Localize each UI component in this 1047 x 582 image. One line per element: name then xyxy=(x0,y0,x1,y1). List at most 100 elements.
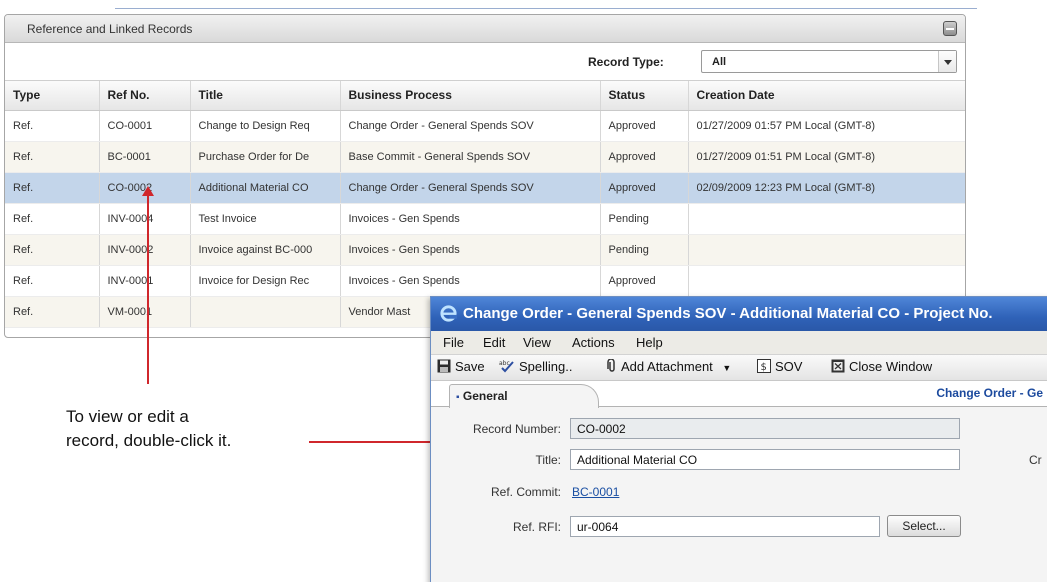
menu-help[interactable]: Help xyxy=(636,335,663,350)
cell-type: Ref. xyxy=(5,172,100,204)
record-type-label: Record Type: xyxy=(588,55,664,69)
ref-commit-label: Ref. Commit: xyxy=(490,485,561,499)
table-row[interactable]: Ref. INV-0001 Invoice for Design Rec Inv… xyxy=(5,265,965,297)
records-table: Type Ref No. Title Business Process Stat… xyxy=(5,81,965,328)
general-tab-icon: ▪ xyxy=(456,392,460,403)
table-row[interactable]: Ref. INV-0002 Invoice against BC-000 Inv… xyxy=(5,234,965,266)
annotation-arrow-right xyxy=(309,441,446,443)
annotation-arrowhead-up xyxy=(142,186,154,196)
cell-type: Ref. xyxy=(5,234,100,266)
column-header-type[interactable]: Type xyxy=(5,81,100,111)
cell-creation-date: 01/27/2009 01:57 PM Local (GMT-8) xyxy=(688,110,965,142)
cell-business-process: Invoices - Gen Spends xyxy=(340,203,601,235)
record-type-value: All xyxy=(712,56,727,68)
filter-bar: Record Type: All xyxy=(5,43,965,81)
panel-title: Reference and Linked Records xyxy=(27,22,193,36)
title-label: Title: xyxy=(535,453,561,467)
record-number-label: Record Number: xyxy=(472,422,561,436)
cell-type: Ref. xyxy=(5,203,100,235)
ref-rfi-field[interactable]: ur-0064 xyxy=(570,516,880,537)
table-header-row: Type Ref No. Title Business Process Stat… xyxy=(5,81,965,111)
cell-ref-no: BC-0001 xyxy=(99,141,191,173)
sov-label: SOV xyxy=(775,359,803,374)
add-attachment-button[interactable]: Add Attachment ▼ xyxy=(607,359,731,374)
annotation-text: To view or edit a record, double-click i… xyxy=(66,405,306,453)
top-divider xyxy=(115,8,977,9)
cell-type: Ref. xyxy=(5,265,100,297)
cell-title: Change to Design Req xyxy=(190,110,341,142)
add-attachment-label: Add Attachment xyxy=(621,359,713,374)
save-label: Save xyxy=(455,359,485,374)
cell-ref-no: INV-0004 xyxy=(99,203,191,235)
menu-actions[interactable]: Actions xyxy=(572,335,615,350)
cell-title: Invoice for Design Rec xyxy=(190,265,341,297)
cell-status: Approved xyxy=(600,172,689,204)
form-heading: Change Order - Ge xyxy=(936,386,1043,400)
column-header-title[interactable]: Title xyxy=(190,81,341,111)
cell-status: Pending xyxy=(600,234,689,266)
chevron-down-icon[interactable] xyxy=(938,51,956,72)
cell-status: Pending xyxy=(600,203,689,235)
title-field[interactable]: Additional Material CO xyxy=(570,449,960,470)
table-row[interactable]: Ref. BC-0001 Purchase Order for De Base … xyxy=(5,141,965,173)
annotation-line-2: record, double-click it. xyxy=(66,431,232,450)
toolbar: Save abc Spelling.. Add Attachment ▼ $ S… xyxy=(431,355,1047,381)
cell-creation-date: 02/09/2009 12:23 PM Local (GMT-8) xyxy=(688,172,965,204)
menu-bar: File Edit View Actions Help xyxy=(431,331,1047,355)
cell-ref-no: INV-0001 xyxy=(99,265,191,297)
close-window-label: Close Window xyxy=(849,359,933,374)
ref-rfi-label: Ref. RFI: xyxy=(512,520,561,534)
svg-text:$: $ xyxy=(761,362,767,373)
menu-view[interactable]: View xyxy=(523,335,551,350)
window-title: Change Order - General Spends SOV - Addi… xyxy=(463,305,993,322)
tab-bar: ▪ General Change Order - Ge xyxy=(431,381,1047,408)
table-row[interactable]: Ref. CO-0001 Change to Design Req Change… xyxy=(5,110,965,142)
cell-type: Ref. xyxy=(5,141,100,173)
cell-ref-no: INV-0002 xyxy=(99,234,191,266)
column-header-status[interactable]: Status xyxy=(600,81,689,111)
sov-button[interactable]: $ SOV xyxy=(757,359,802,374)
tab-general[interactable]: ▪ General xyxy=(449,384,599,408)
cell-business-process: Invoices - Gen Spends xyxy=(340,265,601,297)
panel-header: Reference and Linked Records xyxy=(5,15,965,43)
select-rfi-button[interactable]: Select... xyxy=(887,515,961,537)
ref-commit-link[interactable]: BC-0001 xyxy=(572,485,619,499)
browser-e-icon xyxy=(440,305,458,322)
floppy-disk-icon xyxy=(437,359,451,373)
cell-creation-date xyxy=(688,265,965,297)
cell-title: Additional Material CO xyxy=(190,172,341,204)
annotation-line-1: To view or edit a xyxy=(66,407,189,426)
record-type-select[interactable]: All xyxy=(701,50,957,73)
save-button[interactable]: Save xyxy=(437,359,485,374)
cell-ref-no: CO-0001 xyxy=(99,110,191,142)
column-header-ref-no[interactable]: Ref No. xyxy=(99,81,191,111)
spelling-button[interactable]: abc Spelling.. xyxy=(499,359,572,374)
spell-check-icon: abc xyxy=(499,360,514,373)
table-row[interactable]: Ref. INV-0004 Test Invoice Invoices - Ge… xyxy=(5,203,965,235)
close-window-icon xyxy=(831,359,845,373)
collapse-panel-icon[interactable] xyxy=(943,21,957,36)
cell-creation-date: 01/27/2009 01:51 PM Local (GMT-8) xyxy=(688,141,965,173)
tab-general-label: General xyxy=(462,389,508,403)
cell-status: Approved xyxy=(600,110,689,142)
cell-type: Ref. xyxy=(5,110,100,142)
paperclip-icon xyxy=(607,359,615,372)
menu-edit[interactable]: Edit xyxy=(483,335,505,350)
cell-creation-date xyxy=(688,234,965,266)
cell-status: Approved xyxy=(600,265,689,297)
cell-title: Test Invoice xyxy=(190,203,341,235)
cell-title: Invoice against BC-000 xyxy=(190,234,341,266)
menu-file[interactable]: File xyxy=(443,335,464,350)
chevron-down-icon[interactable]: ▼ xyxy=(722,363,731,373)
close-window-button[interactable]: Close Window xyxy=(831,359,932,374)
column-header-creation-date[interactable]: Creation Date xyxy=(688,81,965,111)
cell-ref-no: VM-0001 xyxy=(99,296,191,328)
cell-business-process: Change Order - General Spends SOV xyxy=(340,110,601,142)
record-form: Record Number: CO-0002 Title: Additional… xyxy=(431,407,1047,582)
created-label: Cr xyxy=(1029,453,1042,467)
change-order-window: Change Order - General Spends SOV - Addi… xyxy=(430,296,1047,582)
screenshot-stage: Reference and Linked Records Record Type… xyxy=(0,0,1047,582)
window-title-bar[interactable]: Change Order - General Spends SOV - Addi… xyxy=(431,297,1047,331)
column-header-business-process[interactable]: Business Process xyxy=(340,81,601,111)
cell-business-process: Invoices - Gen Spends xyxy=(340,234,601,266)
